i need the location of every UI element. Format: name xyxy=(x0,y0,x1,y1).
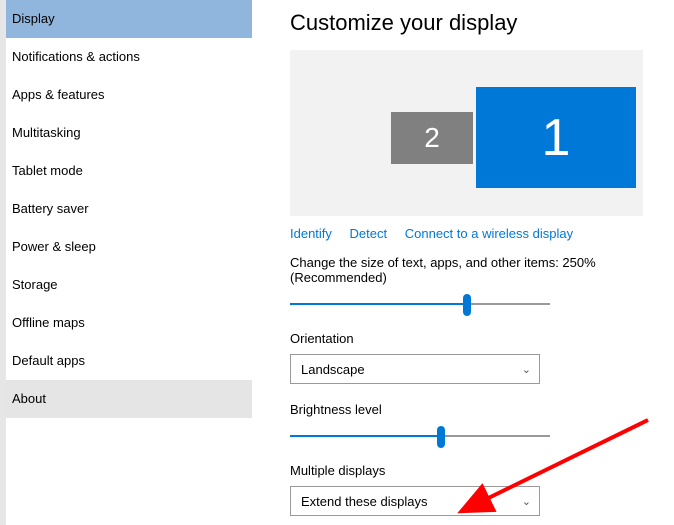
orientation-dropdown[interactable]: Landscape ⌄ xyxy=(290,354,540,384)
settings-sidebar: Display Notifications & actions Apps & f… xyxy=(0,0,252,525)
multiple-displays-label: Multiple displays xyxy=(290,463,656,478)
sidebar-item-default-apps[interactable]: Default apps xyxy=(6,342,252,380)
orientation-value: Landscape xyxy=(301,362,365,377)
sidebar-item-power-sleep[interactable]: Power & sleep xyxy=(6,228,252,266)
chevron-down-icon: ⌄ xyxy=(522,495,531,508)
identify-link[interactable]: Identify xyxy=(290,226,332,241)
brightness-label: Brightness level xyxy=(290,402,656,417)
display-action-links: Identify Detect Connect to a wireless di… xyxy=(290,226,656,241)
main-content: Customize your display 2 1 Identify Dete… xyxy=(252,0,674,525)
connect-wireless-display-link[interactable]: Connect to a wireless display xyxy=(405,226,573,241)
sidebar-item-multitasking[interactable]: Multitasking xyxy=(6,114,252,152)
sidebar-item-notifications[interactable]: Notifications & actions xyxy=(6,38,252,76)
sidebar-item-offline-maps[interactable]: Offline maps xyxy=(6,304,252,342)
slider-fill xyxy=(290,303,467,305)
scaling-slider[interactable] xyxy=(290,293,550,321)
page-title: Customize your display xyxy=(290,10,656,36)
monitor-2[interactable]: 2 xyxy=(391,112,473,164)
orientation-label: Orientation xyxy=(290,331,656,346)
detect-link[interactable]: Detect xyxy=(350,226,388,241)
monitor-1[interactable]: 1 xyxy=(476,87,636,188)
slider-thumb[interactable] xyxy=(463,294,471,316)
sidebar-item-storage[interactable]: Storage xyxy=(6,266,252,304)
sidebar-item-battery-saver[interactable]: Battery saver xyxy=(6,190,252,228)
sidebar-item-display[interactable]: Display xyxy=(6,0,252,38)
slider-thumb[interactable] xyxy=(437,426,445,448)
multiple-displays-value: Extend these displays xyxy=(301,494,427,509)
sidebar-item-apps-features[interactable]: Apps & features xyxy=(6,76,252,114)
brightness-slider[interactable] xyxy=(290,425,550,453)
sidebar-item-tablet-mode[interactable]: Tablet mode xyxy=(6,152,252,190)
scaling-label: Change the size of text, apps, and other… xyxy=(290,255,656,285)
chevron-down-icon: ⌄ xyxy=(522,363,531,376)
multiple-displays-dropdown[interactable]: Extend these displays ⌄ xyxy=(290,486,540,516)
sidebar-item-about[interactable]: About xyxy=(6,380,252,418)
display-arrangement-canvas[interactable]: 2 1 xyxy=(290,50,643,216)
slider-fill xyxy=(290,435,441,437)
